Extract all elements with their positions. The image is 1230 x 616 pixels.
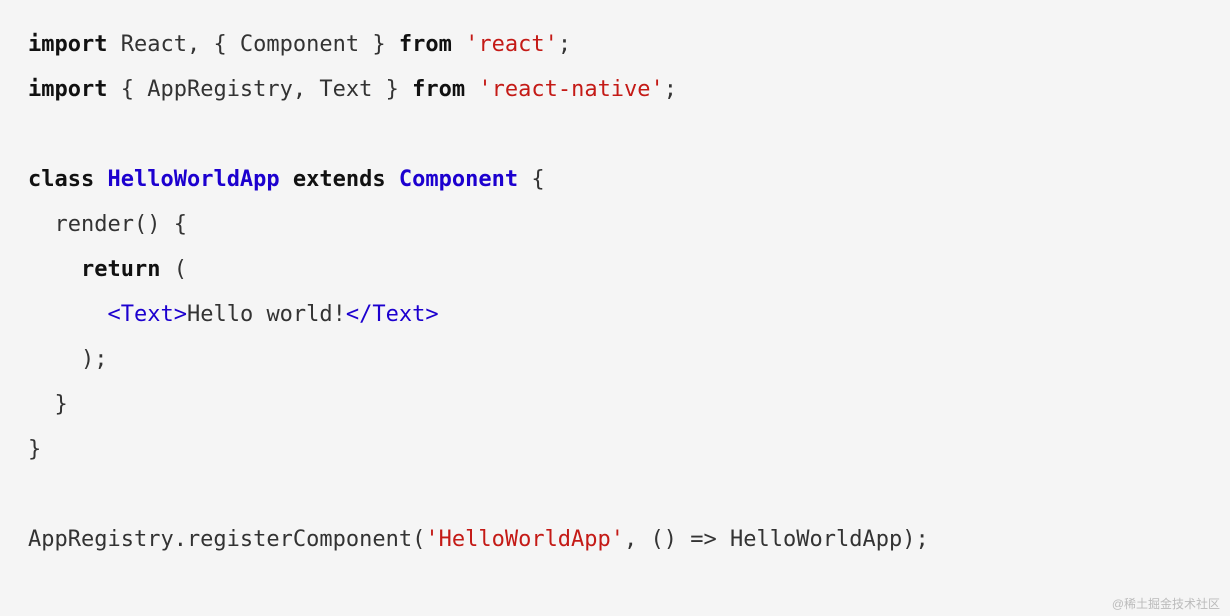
jsx-text: Hello world! (187, 302, 346, 327)
keyword-extends: extends (293, 167, 386, 192)
string-react-native: 'react-native' (478, 77, 663, 102)
line-12: AppRegistry.registerComponent('HelloWorl… (28, 527, 929, 552)
line-4: class HelloWorldApp extends Component { (28, 167, 545, 192)
class-name: HelloWorldApp (107, 167, 279, 192)
super-class: Component (399, 167, 518, 192)
line-7: <Text>Hello world!</Text> (28, 302, 439, 327)
line-1: import React, { Component } from 'react'… (28, 32, 571, 57)
jsx-open-tag: <Text> (107, 302, 186, 327)
line-5: render() { (28, 212, 187, 237)
string-react: 'react' (465, 32, 558, 57)
identifiers: { AppRegistry, Text } (107, 77, 412, 102)
watermark: @稀土掘金技术社区 (1112, 598, 1220, 610)
identifiers: React, { Component } (107, 32, 398, 57)
keyword-class: class (28, 167, 94, 192)
jsx-close-tag: </Text> (346, 302, 439, 327)
line-2: import { AppRegistry, Text } from 'react… (28, 77, 677, 102)
keyword-return: return (81, 257, 160, 282)
line-6: return ( (28, 257, 187, 282)
code-block: import React, { Component } from 'react'… (28, 22, 1202, 562)
keyword-from: from (399, 32, 452, 57)
keyword-import: import (28, 77, 107, 102)
line-9: } (28, 392, 68, 417)
line-8: ); (28, 347, 107, 372)
keyword-from: from (412, 77, 465, 102)
keyword-import: import (28, 32, 107, 57)
line-10: } (28, 437, 41, 462)
string-app-name: 'HelloWorldApp' (425, 527, 624, 552)
